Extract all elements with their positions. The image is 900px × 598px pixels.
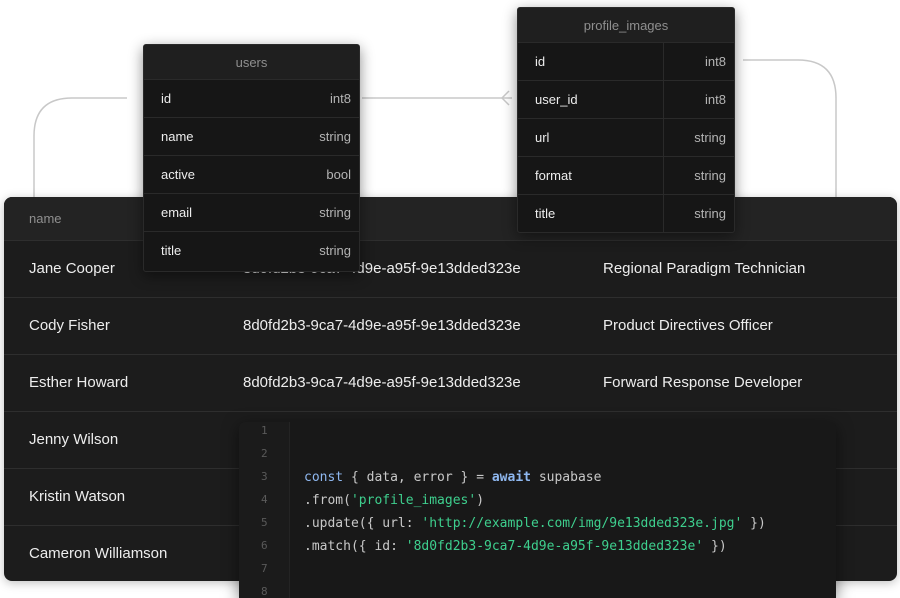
column-name: format: [535, 168, 572, 183]
code-line: 2: [239, 447, 836, 471]
code-line: 3 const { data, error } = await supabase: [239, 470, 836, 494]
line-number: 7: [261, 562, 268, 575]
column-type: string: [319, 129, 351, 144]
column-type: string: [694, 168, 726, 183]
users-table-title: users: [144, 45, 359, 80]
code-line: 1: [239, 424, 836, 448]
schema-row[interactable]: format string: [518, 157, 734, 195]
users-schema-card[interactable]: users id int8 name string active bool em…: [143, 44, 360, 272]
line-number: 1: [261, 424, 268, 437]
table-row[interactable]: Jane Cooper 8d0fd2b3-9ca7-4d9e-a95f-9e13…: [4, 241, 897, 298]
column-name: url: [535, 130, 550, 145]
code-update: .update({ url:: [304, 516, 422, 531]
line-number: 3: [261, 470, 268, 483]
cell-name: Kristin Watson: [29, 488, 126, 505]
code-from: .from(: [304, 493, 351, 508]
line-number: 2: [261, 447, 268, 460]
code-line: 7: [239, 562, 836, 586]
cell-title: Product Directives Officer: [603, 317, 773, 334]
column-name: active: [161, 167, 195, 182]
column-type: string: [694, 130, 726, 145]
schema-row[interactable]: url string: [518, 119, 734, 157]
column-name: user_id: [535, 92, 578, 107]
string-literal: 'http://example.com/img/9e13dded323e.jpg…: [421, 516, 743, 531]
schema-row[interactable]: id int8: [518, 43, 734, 81]
code-client: supabase: [531, 470, 602, 485]
cell-uuid: 8d0fd2b3-9ca7-4d9e-a95f-9e13dded323e: [243, 374, 521, 391]
column-name: title: [161, 243, 182, 258]
column-type: bool: [326, 167, 351, 182]
code-line: 6 .match({ id: '8d0fd2b3-9ca7-4d9e-a95f-…: [239, 539, 836, 563]
line-number: 4: [261, 493, 268, 506]
table-row[interactable]: Cody Fisher 8d0fd2b3-9ca7-4d9e-a95f-9e13…: [4, 298, 897, 355]
code-text: .update({ url: 'http://example.com/img/9…: [304, 516, 766, 531]
code-text: const { data, error } = await supabase: [304, 470, 601, 485]
column-header-name[interactable]: name: [29, 211, 62, 226]
users-left-connector: [33, 97, 127, 197]
column-name: name: [161, 129, 194, 144]
column-type: int8: [330, 91, 351, 106]
line-number: 8: [261, 585, 268, 598]
string-literal: 'profile_images': [350, 493, 477, 508]
cell-name: Jenny Wilson: [29, 431, 119, 448]
schema-row[interactable]: email string: [144, 194, 359, 232]
code-brace: }): [703, 539, 727, 554]
line-number: 6: [261, 539, 268, 552]
column-name: email: [161, 205, 193, 220]
code-match: .match({ id:: [304, 539, 406, 554]
cell-name: Jane Cooper: [29, 260, 115, 277]
profile-images-table-title: profile_images: [518, 8, 734, 43]
cell-uuid: 8d0fd2b3-9ca7-4d9e-a95f-9e13dded323e: [243, 317, 521, 334]
cell-title: Regional Paradigm Technician: [603, 260, 806, 277]
code-line: 4 .from('profile_images'): [239, 493, 836, 517]
schema-row[interactable]: user_id int8: [518, 81, 734, 119]
column-type: int8: [705, 92, 726, 107]
code-destructure: { data, error } =: [343, 470, 492, 485]
column-name: id: [161, 91, 172, 106]
table-row[interactable]: Esther Howard 8d0fd2b3-9ca7-4d9e-a95f-9e…: [4, 355, 897, 412]
code-editor[interactable]: 1 2 3 const { data, error } = await supa…: [239, 422, 836, 598]
code-paren: ): [476, 493, 485, 508]
code-line: 8: [239, 585, 836, 598]
code-brace: }): [742, 516, 766, 531]
cell-name: Cameron Williamson: [29, 545, 168, 562]
relation-arrow-icon: [500, 90, 510, 106]
code-line: 5 .update({ url: 'http://example.com/img…: [239, 516, 836, 540]
schema-row[interactable]: name string: [144, 118, 359, 156]
keyword-const: const: [304, 470, 344, 485]
profile-right-connector: [743, 59, 837, 197]
column-name: id: [535, 54, 546, 69]
keyword-await: await: [491, 470, 531, 485]
line-number: 5: [261, 516, 268, 529]
cell-title: Forward Response Developer: [603, 374, 803, 391]
code-text: .from('profile_images'): [304, 493, 484, 508]
code-text: .match({ id: '8d0fd2b3-9ca7-4d9e-a95f-9e…: [304, 539, 727, 554]
column-name: title: [535, 206, 556, 221]
cell-name: Cody Fisher: [29, 317, 110, 334]
schema-row[interactable]: id int8: [144, 80, 359, 118]
column-type: string: [319, 205, 351, 220]
cell-name: Esther Howard: [29, 374, 129, 391]
column-type: string: [319, 243, 351, 258]
profile-images-schema-card[interactable]: profile_images id int8 user_id int8 url …: [517, 7, 735, 233]
schema-row[interactable]: title string: [144, 232, 359, 269]
column-type: string: [694, 206, 726, 221]
grid-header: name: [4, 197, 897, 241]
string-literal: '8d0fd2b3-9ca7-4d9e-a95f-9e13dded323e': [405, 539, 704, 554]
schema-row[interactable]: title string: [518, 195, 734, 232]
schema-row[interactable]: active bool: [144, 156, 359, 194]
column-type: int8: [705, 54, 726, 69]
